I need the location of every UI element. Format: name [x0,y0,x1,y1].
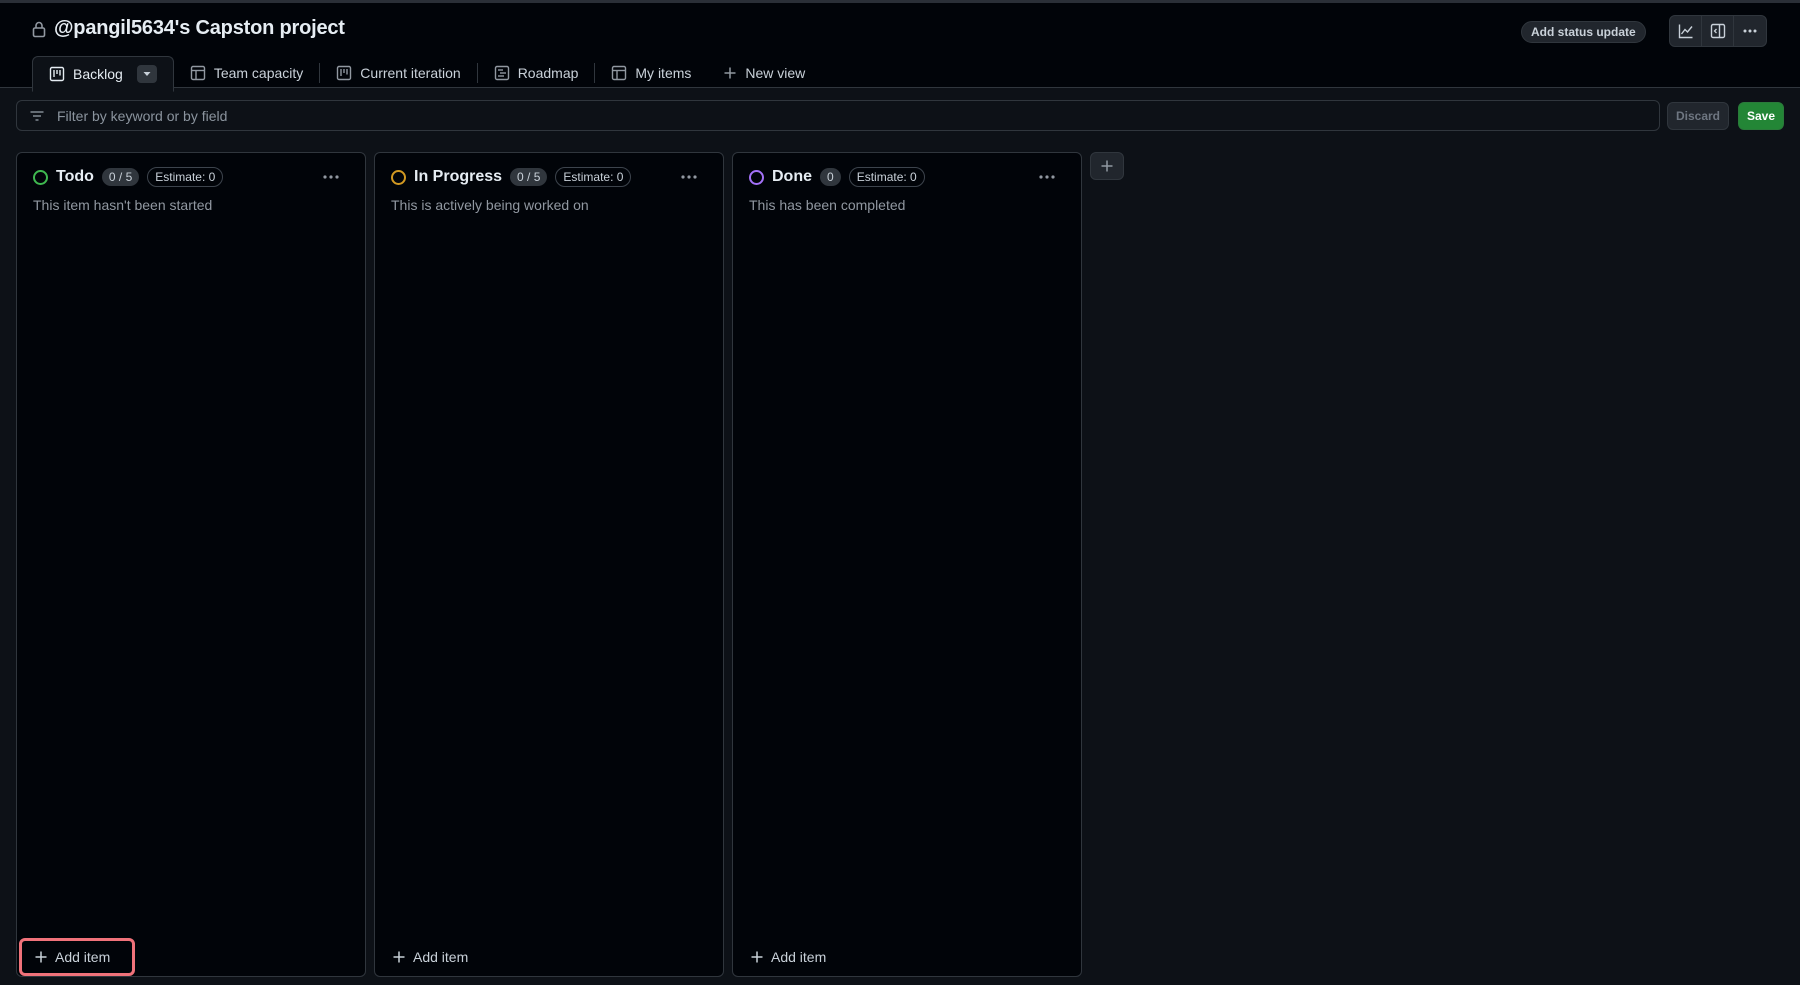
tab-label: Roadmap [517,65,579,81]
item-count-badge: 0 / 5 [101,168,140,186]
lock-icon [32,20,46,38]
filter-input[interactable] [55,106,1615,125]
plus-icon [751,951,763,963]
plus-icon [393,951,405,963]
title-row: @pangil5634's Capston project [32,17,345,40]
kebab-horizontal-icon [1743,29,1757,33]
item-count-badge: 0 [820,168,841,186]
table-icon [612,65,627,81]
add-item-button[interactable]: Add item [377,938,493,976]
insights-button[interactable] [1670,16,1702,46]
add-item-label: Add item [771,949,827,965]
view-options-dropdown[interactable] [136,65,157,83]
project-header: @pangil5634's Capston project Add status… [0,0,1800,92]
plus-icon [1101,160,1113,172]
column-title: Done [772,168,812,185]
column-title: In Progress [414,168,503,185]
project-board-app: @pangil5634's Capston project Add status… [0,0,1800,985]
new-view-button[interactable]: New view [707,55,821,91]
estimate-badge: Estimate: 0 [555,167,632,187]
kebab-horizontal-icon [1039,175,1055,179]
estimate-badge: Estimate: 0 [848,167,925,187]
side-panel-button[interactable] [1702,16,1734,46]
column-header: Todo 0 / 5 Estimate: 0 [33,167,224,187]
column-description: This is actively being worked on [391,197,589,213]
page-title: @pangil5634's Capston project [54,17,345,39]
board-column-todo: Todo 0 / 5 Estimate: 0 This item hasn't … [16,152,366,977]
filter-bar [16,100,1660,131]
column-description: This item hasn't been started [33,197,213,213]
side-panel-icon [1710,23,1725,39]
tab-label: Team capacity [213,65,304,81]
tab-label: Backlog [73,66,123,82]
tab-label: Current iteration [360,65,461,81]
tab-current-iteration[interactable]: Current iteration [320,55,476,91]
insights-graph-icon [1678,24,1693,39]
board-icon [337,65,352,81]
board-icon [49,66,65,82]
filter-icon [30,110,44,121]
tab-label: New view [745,65,806,81]
column-options-button[interactable] [319,167,343,187]
add-item-button[interactable]: Add item [19,938,135,976]
status-circle-icon [33,169,48,185]
table-icon [190,65,206,81]
triangle-down-icon [143,72,151,76]
tab-roadmap[interactable]: Roadmap [478,55,595,91]
add-item-label: Add item [413,949,469,965]
more-options-button[interactable] [1734,16,1766,46]
add-status-update-button[interactable]: Add status update [1521,21,1646,43]
column-header: Done 0 Estimate: 0 [749,167,925,187]
status-circle-icon [749,169,764,185]
status-circle-icon [391,169,406,185]
board-column-done: Done 0 Estimate: 0 This has been complet… [732,152,1082,977]
item-count-badge: 0 / 5 [510,168,548,186]
header-toolbar [1669,15,1767,47]
view-tabs: Backlog Team capacity Current iteration … [32,55,821,92]
column-header: In Progress 0 / 5 Estimate: 0 [391,167,632,187]
board-column-in-progress: In Progress 0 / 5 Estimate: 0 This is ac… [374,152,724,977]
save-button[interactable]: Save [1738,102,1784,130]
add-item-label: Add item [55,949,111,965]
plus-icon [35,951,47,963]
tab-label: My items [635,65,692,81]
roadmap-icon [494,65,509,81]
column-options-button[interactable] [1035,167,1059,187]
add-item-button[interactable]: Add item [735,938,851,976]
plus-icon [724,67,736,79]
kebab-horizontal-icon [681,175,697,179]
column-options-button[interactable] [677,167,701,187]
tab-team-capacity[interactable]: Team capacity [174,55,319,91]
tab-backlog[interactable]: Backlog [32,56,174,92]
estimate-badge: Estimate: 0 [147,167,224,187]
kebab-horizontal-icon [323,175,339,179]
tab-my-items[interactable]: My items [595,55,707,91]
discard-button[interactable]: Discard [1667,102,1729,130]
column-description: This has been completed [749,197,906,213]
column-title: Todo [56,168,94,185]
add-column-button[interactable] [1090,152,1124,180]
